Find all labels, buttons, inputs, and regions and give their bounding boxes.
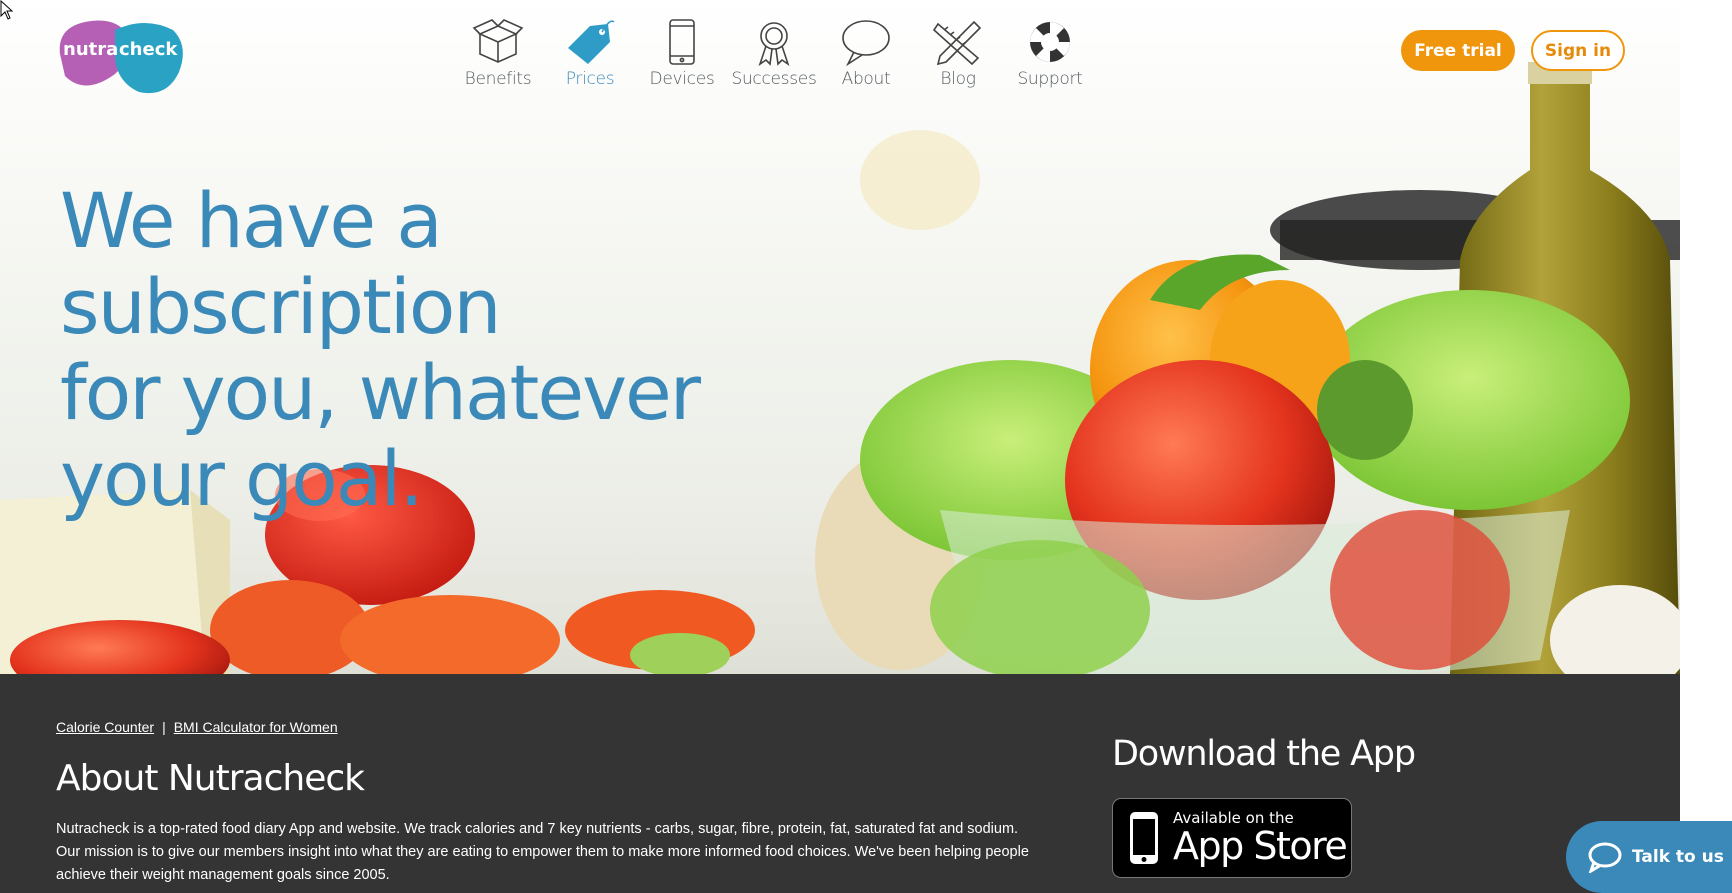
nutracheck-logo[interactable]: nutra check (55, 16, 185, 94)
phone-icon (669, 19, 695, 65)
nav-label: Prices (565, 69, 615, 89)
footer-links: Calorie Counter | BMI Calculator for Women (56, 719, 338, 735)
calorie-counter-link[interactable]: Calorie Counter (56, 719, 154, 735)
nav-label: Successes (731, 69, 817, 89)
mouse-cursor-icon (0, 0, 14, 20)
app-store-big-text: App Store (1173, 824, 1348, 868)
nav-label: Benefits (464, 69, 532, 89)
download-app-title: Download the App (1112, 734, 1416, 774)
app-store-badge[interactable]: Available on the App Store (1112, 798, 1352, 878)
link-separator: | (162, 719, 166, 735)
pencil-ruler-icon (932, 20, 982, 66)
speech-bubble-icon (842, 20, 890, 66)
bmi-calculator-link[interactable]: BMI Calculator for Women (174, 719, 338, 735)
main-nav: Benefits Prices Devices Successes About … (452, 18, 1096, 89)
free-trial-button[interactable]: Free trial (1401, 30, 1515, 71)
nav-item-about[interactable]: About (820, 18, 912, 89)
nav-item-benefits[interactable]: Benefits (452, 18, 544, 89)
talk-to-us-button[interactable]: Talk to us (1566, 821, 1732, 893)
nav-item-prices[interactable]: Prices (544, 18, 636, 89)
hero-headline-line: We have a subscription (60, 176, 502, 351)
chat-bubble-icon (1588, 842, 1622, 873)
about-title: About Nutracheck (56, 758, 365, 799)
talk-to-us-label: Talk to us (1632, 847, 1724, 867)
footer: Calorie Counter | BMI Calculator for Women… (0, 674, 1680, 893)
nav-label: Blog (940, 69, 976, 89)
nav-item-devices[interactable]: Devices (636, 18, 728, 89)
nav-label: Devices (649, 69, 715, 89)
nav-item-support[interactable]: Support (1004, 18, 1096, 89)
price-tag-icon (568, 20, 615, 64)
award-ribbon-icon (758, 22, 790, 66)
box-icon (472, 19, 524, 63)
nav-item-successes[interactable]: Successes (728, 18, 820, 89)
lifebuoy-icon (1030, 22, 1070, 62)
nav-item-blog[interactable]: Blog (912, 18, 1004, 89)
svg-text:check: check (119, 39, 178, 60)
hero-headline-line: your goal. (60, 434, 424, 523)
about-body: Nutracheck is a top-rated food diary App… (56, 821, 1029, 883)
nav-label: About (841, 69, 891, 89)
app-store-text: Available on the App Store (1173, 810, 1348, 868)
svg-text:nutra: nutra (63, 39, 118, 60)
hero-headline: We have a subscription for you, whatever… (60, 178, 860, 522)
page: nutra check Benefits Prices Devices Succ… (0, 0, 1732, 893)
hero-headline-line: for you, whatever (60, 348, 701, 437)
site-header: nutra check Benefits Prices Devices Succ… (0, 0, 1680, 110)
nav-label: Support (1017, 69, 1083, 89)
sign-in-button[interactable]: Sign in (1531, 30, 1625, 71)
iphone-icon (1130, 812, 1158, 864)
